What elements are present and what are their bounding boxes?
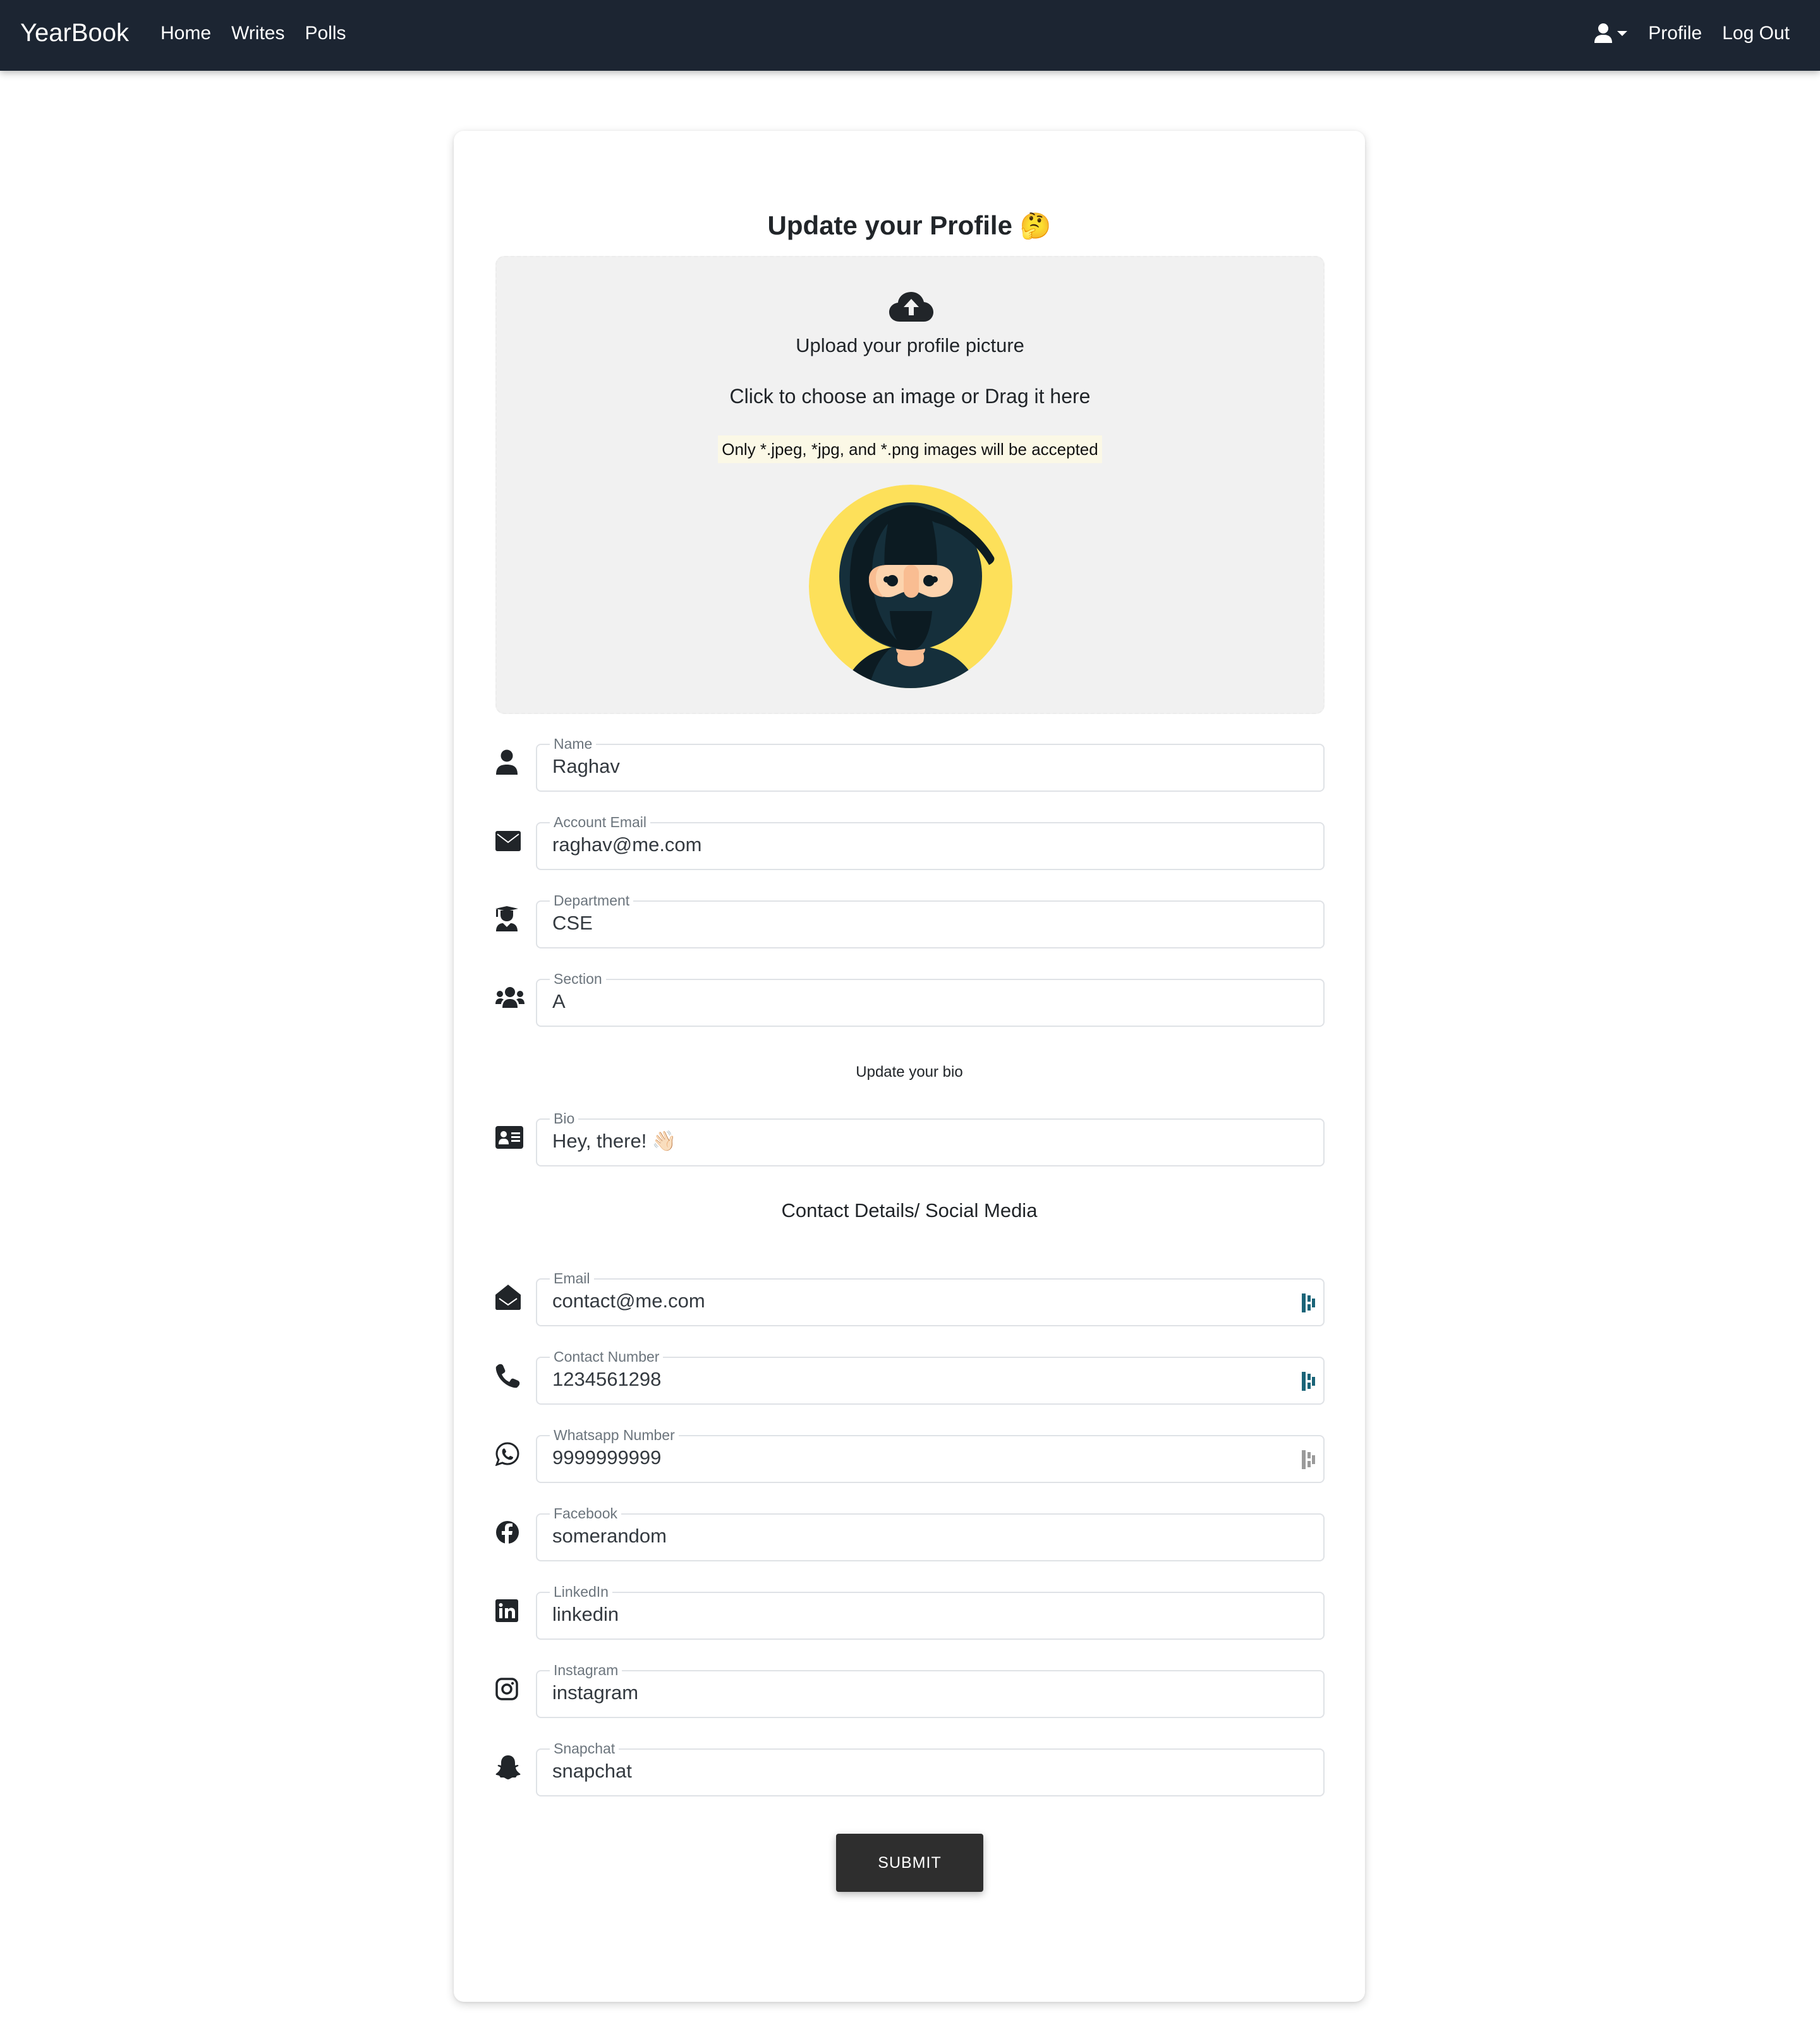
user-icon <box>495 746 528 779</box>
cloud-upload-icon <box>889 291 934 326</box>
bio-heading: Update your bio <box>856 1063 963 1081</box>
section-field[interactable]: Section A <box>536 970 1325 1027</box>
page-title: Update your Profile 🤔 <box>454 205 1365 246</box>
profile-form-card: Update your Profile 🤔 Upload your profil… <box>454 131 1365 2002</box>
field-row-section: Section A <box>495 970 1325 1027</box>
field-value[interactable]: raghav@me.com <box>552 832 1285 857</box>
field-value[interactable]: somerandom <box>552 1523 1285 1549</box>
nav-link-home[interactable]: Home <box>161 19 211 48</box>
field-label: Section <box>550 970 606 988</box>
upload-heading: Upload your profile picture <box>796 334 1024 356</box>
field-value[interactable]: linkedin <box>552 1602 1285 1627</box>
ninja-avatar[interactable] <box>809 485 1012 688</box>
submit-button[interactable]: SUBMIT <box>836 1834 983 1892</box>
profile-picture-dropzone[interactable]: Upload your profile picture Click to cho… <box>495 256 1325 714</box>
field-label: Department <box>550 892 634 909</box>
snapchat-field[interactable]: Snapchat snapchat <box>536 1740 1325 1796</box>
field-value[interactable]: Raghav <box>552 754 1285 779</box>
field-row-facebook: Facebook somerandom <box>495 1505 1325 1561</box>
navbar: YearBook Home Writes Polls Profile Log O… <box>0 0 1820 71</box>
bio-field[interactable]: Bio Hey, there! 👋🏻 <box>536 1110 1325 1166</box>
field-row-bio: Bio Hey, there! 👋🏻 <box>495 1110 1325 1166</box>
field-row-email: Email contact@me.com <box>495 1269 1325 1326</box>
password-manager-icon[interactable] <box>1302 1293 1316 1316</box>
field-label: LinkedIn <box>550 1583 612 1601</box>
instagram-field[interactable]: Instagram instagram <box>536 1661 1325 1718</box>
contact-number-field[interactable]: Contact Number 1234561298 <box>536 1348 1325 1405</box>
facebook-icon <box>495 1516 528 1549</box>
field-label: Whatsapp Number <box>550 1426 679 1444</box>
account-email-field[interactable]: Account Email raghav@me.com <box>536 813 1325 870</box>
contact-email-field[interactable]: Email contact@me.com <box>536 1269 1325 1326</box>
envelope-open-icon <box>495 1281 528 1314</box>
thinking-emoji: 🤔 <box>1019 212 1052 240</box>
snapchat-icon <box>495 1751 528 1784</box>
facebook-field[interactable]: Facebook somerandom <box>536 1505 1325 1561</box>
id-card-icon <box>495 1121 528 1154</box>
field-value[interactable]: A <box>552 989 1285 1014</box>
field-value[interactable]: contact@me.com <box>552 1288 1285 1314</box>
field-label: Snapchat <box>550 1740 619 1757</box>
field-row-whatsapp: Whatsapp Number 9999999999 <box>495 1426 1325 1483</box>
field-value[interactable]: Hey, there! 👋🏻 <box>552 1129 1285 1154</box>
upload-instruction: Click to choose an image or Drag it here <box>729 385 1091 408</box>
page-title-text: Update your Profile <box>767 210 1012 240</box>
field-row-name: Name Raghav <box>495 735 1325 792</box>
field-row-contact-number: Contact Number 1234561298 <box>495 1348 1325 1405</box>
brand-logo[interactable]: YearBook <box>20 16 129 49</box>
nav-right: Profile Log Out <box>1594 19 1790 48</box>
linkedin-field[interactable]: LinkedIn linkedin <box>536 1583 1325 1640</box>
whatsapp-icon <box>495 1438 528 1470</box>
nav-links: Home Writes Polls <box>161 19 346 48</box>
field-label: Email <box>550 1269 594 1287</box>
field-row-account-email: Account Email raghav@me.com <box>495 813 1325 870</box>
field-value[interactable]: snapchat <box>552 1759 1285 1784</box>
name-field[interactable]: Name Raghav <box>536 735 1325 792</box>
field-row-linkedin: LinkedIn linkedin <box>495 1583 1325 1640</box>
field-row-instagram: Instagram instagram <box>495 1661 1325 1718</box>
field-row-snapchat: Snapchat snapchat <box>495 1740 1325 1796</box>
field-value[interactable]: 9999999999 <box>552 1445 1285 1470</box>
whatsapp-number-field[interactable]: Whatsapp Number 9999999999 <box>536 1426 1325 1483</box>
graduate-icon <box>495 903 528 936</box>
nav-link-profile[interactable]: Profile <box>1648 19 1702 48</box>
instagram-icon <box>495 1673 528 1705</box>
field-value[interactable]: CSE <box>552 911 1285 936</box>
department-field[interactable]: Department CSE <box>536 892 1325 948</box>
phone-icon <box>495 1359 528 1392</box>
contact-heading: Contact Details/ Social Media <box>781 1199 1038 1221</box>
nav-link-polls[interactable]: Polls <box>305 19 346 48</box>
field-value[interactable]: instagram <box>552 1680 1285 1705</box>
user-dropdown-toggle[interactable] <box>1594 23 1628 44</box>
upload-format-note: Only *.jpeg, *jpg, and *.png images will… <box>718 435 1102 463</box>
nav-link-logout[interactable]: Log Out <box>1722 19 1790 48</box>
field-label: Name <box>550 735 597 753</box>
nav-link-writes[interactable]: Writes <box>231 19 284 48</box>
caret-down-icon <box>1617 30 1628 37</box>
field-label: Bio <box>550 1110 579 1127</box>
field-label: Instagram <box>550 1661 622 1679</box>
envelope-icon <box>495 825 528 857</box>
linkedin-icon <box>495 1594 528 1627</box>
field-row-department: Department CSE <box>495 892 1325 948</box>
field-label: Contact Number <box>550 1348 664 1366</box>
password-manager-icon[interactable] <box>1302 1450 1316 1472</box>
password-manager-icon[interactable] <box>1302 1372 1316 1394</box>
users-icon <box>495 981 528 1014</box>
field-label: Facebook <box>550 1505 622 1522</box>
field-label: Account Email <box>550 813 651 831</box>
user-icon <box>1594 23 1613 44</box>
field-value[interactable]: 1234561298 <box>552 1367 1285 1392</box>
